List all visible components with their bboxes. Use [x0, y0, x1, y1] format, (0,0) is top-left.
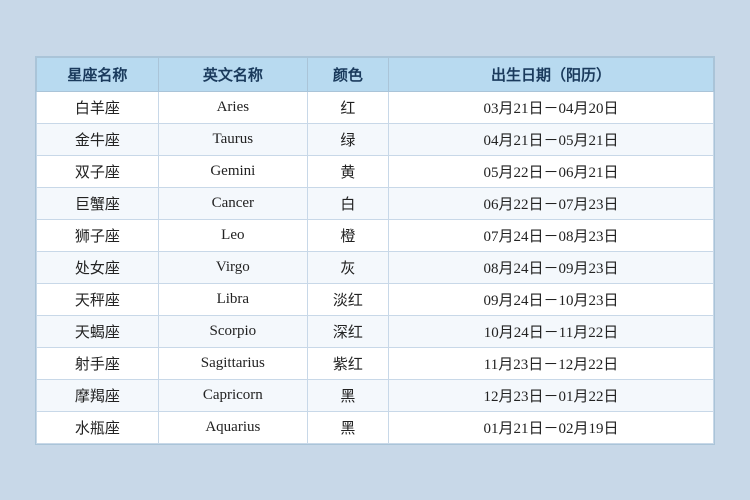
table-row: 摩羯座Capricorn黑12月23日－01月22日: [37, 379, 714, 411]
cell-date: 11月23日－12月22日: [389, 347, 714, 379]
header-en: 英文名称: [158, 57, 307, 91]
cell-color: 黄: [307, 155, 388, 187]
cell-date: 05月22日－06月21日: [389, 155, 714, 187]
zodiac-table-container: 星座名称 英文名称 颜色 出生日期（阳历） 白羊座Aries红03月21日－04…: [35, 56, 715, 445]
cell-en: Cancer: [158, 187, 307, 219]
cell-zh: 射手座: [37, 347, 159, 379]
cell-zh: 处女座: [37, 251, 159, 283]
cell-date: 07月24日－08月23日: [389, 219, 714, 251]
zodiac-table: 星座名称 英文名称 颜色 出生日期（阳历） 白羊座Aries红03月21日－04…: [36, 57, 714, 444]
cell-zh: 天秤座: [37, 283, 159, 315]
cell-date: 09月24日－10月23日: [389, 283, 714, 315]
cell-date: 08月24日－09月23日: [389, 251, 714, 283]
cell-date: 01月21日－02月19日: [389, 411, 714, 443]
cell-date: 10月24日－11月22日: [389, 315, 714, 347]
cell-en: Aries: [158, 91, 307, 123]
cell-en: Taurus: [158, 123, 307, 155]
cell-zh: 水瓶座: [37, 411, 159, 443]
cell-color: 绿: [307, 123, 388, 155]
table-row: 水瓶座Aquarius黑01月21日－02月19日: [37, 411, 714, 443]
cell-zh: 金牛座: [37, 123, 159, 155]
table-row: 金牛座Taurus绿04月21日－05月21日: [37, 123, 714, 155]
cell-en: Virgo: [158, 251, 307, 283]
cell-color: 红: [307, 91, 388, 123]
cell-date: 03月21日－04月20日: [389, 91, 714, 123]
cell-zh: 天蝎座: [37, 315, 159, 347]
cell-en: Gemini: [158, 155, 307, 187]
cell-color: 淡红: [307, 283, 388, 315]
cell-color: 灰: [307, 251, 388, 283]
cell-en: Scorpio: [158, 315, 307, 347]
cell-date: 06月22日－07月23日: [389, 187, 714, 219]
cell-color: 橙: [307, 219, 388, 251]
table-row: 处女座Virgo灰08月24日－09月23日: [37, 251, 714, 283]
cell-date: 12月23日－01月22日: [389, 379, 714, 411]
table-body: 白羊座Aries红03月21日－04月20日金牛座Taurus绿04月21日－0…: [37, 91, 714, 443]
cell-zh: 摩羯座: [37, 379, 159, 411]
cell-zh: 白羊座: [37, 91, 159, 123]
cell-color: 黑: [307, 411, 388, 443]
cell-color: 白: [307, 187, 388, 219]
header-date: 出生日期（阳历）: [389, 57, 714, 91]
cell-color: 紫红: [307, 347, 388, 379]
cell-en: Sagittarius: [158, 347, 307, 379]
table-row: 双子座Gemini黄05月22日－06月21日: [37, 155, 714, 187]
header-color: 颜色: [307, 57, 388, 91]
cell-en: Leo: [158, 219, 307, 251]
table-row: 白羊座Aries红03月21日－04月20日: [37, 91, 714, 123]
cell-zh: 狮子座: [37, 219, 159, 251]
cell-en: Libra: [158, 283, 307, 315]
table-row: 天蝎座Scorpio深红10月24日－11月22日: [37, 315, 714, 347]
table-row: 巨蟹座Cancer白06月22日－07月23日: [37, 187, 714, 219]
cell-zh: 巨蟹座: [37, 187, 159, 219]
table-row: 天秤座Libra淡红09月24日－10月23日: [37, 283, 714, 315]
cell-en: Capricorn: [158, 379, 307, 411]
header-zh: 星座名称: [37, 57, 159, 91]
cell-color: 深红: [307, 315, 388, 347]
cell-zh: 双子座: [37, 155, 159, 187]
cell-date: 04月21日－05月21日: [389, 123, 714, 155]
cell-en: Aquarius: [158, 411, 307, 443]
table-row: 狮子座Leo橙07月24日－08月23日: [37, 219, 714, 251]
table-row: 射手座Sagittarius紫红11月23日－12月22日: [37, 347, 714, 379]
cell-color: 黑: [307, 379, 388, 411]
table-header-row: 星座名称 英文名称 颜色 出生日期（阳历）: [37, 57, 714, 91]
